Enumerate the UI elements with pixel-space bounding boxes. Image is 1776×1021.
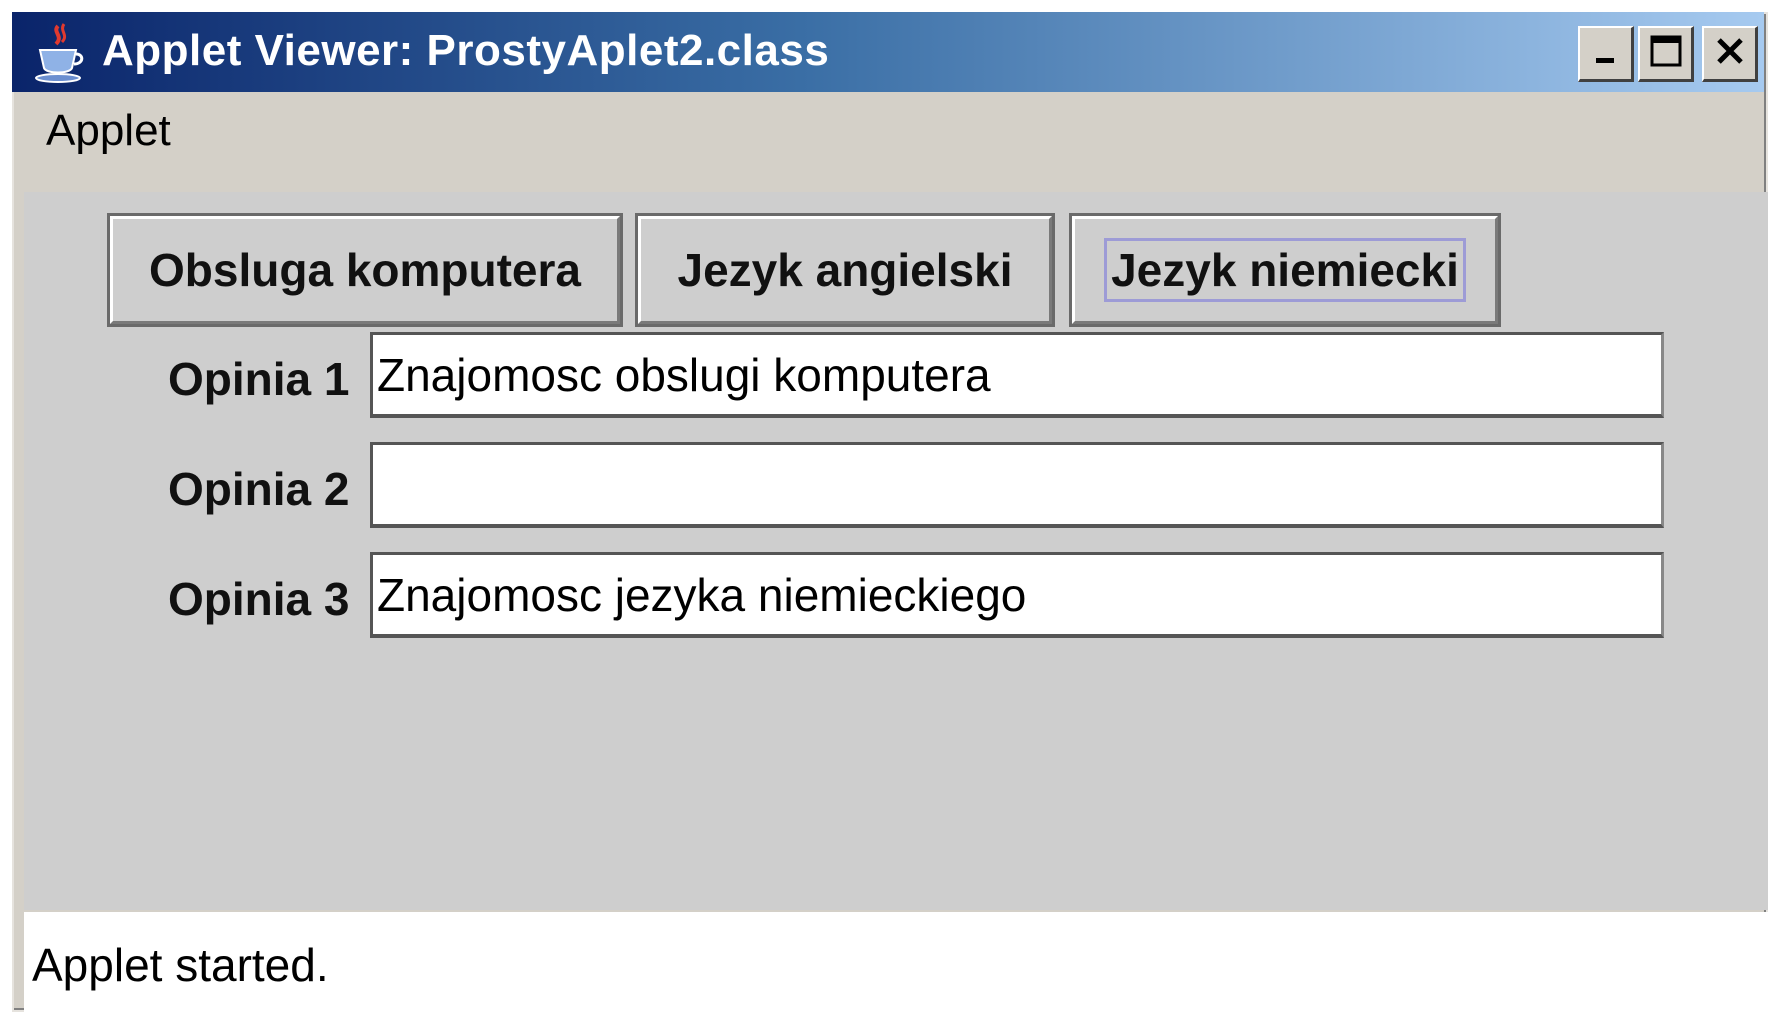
jezyk-niemiecki-button[interactable]: Jezyk niemiecki [1069,213,1501,327]
status-text: Applet started. [32,939,329,991]
opinia-1-label: Opinia 1 [168,353,350,405]
opinia-2-label: Opinia 2 [168,463,350,515]
applet-panel: Obsluga komputera Jezyk angielski Jezyk … [24,192,1768,910]
window-title: Applet Viewer: ProstyAplet2.class [102,26,830,75]
jezyk-angielski-button[interactable]: Jezyk angielski [635,213,1055,327]
maximize-button[interactable] [1638,26,1694,82]
minimize-button[interactable] [1578,26,1634,82]
menu-applet[interactable]: Applet [46,106,171,156]
button-label: Obsluga komputera [149,244,581,296]
java-cup-icon[interactable] [32,22,84,84]
button-label: Jezyk angielski [677,244,1013,296]
status-bar: Applet started. [24,912,1768,1014]
maximize-icon [1649,34,1683,73]
opinia-3-label: Opinia 3 [168,573,350,625]
minimize-icon [1591,36,1621,71]
close-icon [1714,35,1746,72]
title-bar[interactable]: Applet Viewer: ProstyAplet2.class [12,12,1764,92]
button-label: Jezyk niemiecki [1104,238,1466,302]
close-button[interactable] [1702,26,1758,82]
opinia-1-field[interactable] [370,332,1664,418]
menu-bar: Applet [24,100,1764,170]
opinia-3-field[interactable] [370,552,1664,638]
opinia-2-field[interactable] [370,442,1664,528]
obsluga-komputera-button[interactable]: Obsluga komputera [107,213,623,327]
